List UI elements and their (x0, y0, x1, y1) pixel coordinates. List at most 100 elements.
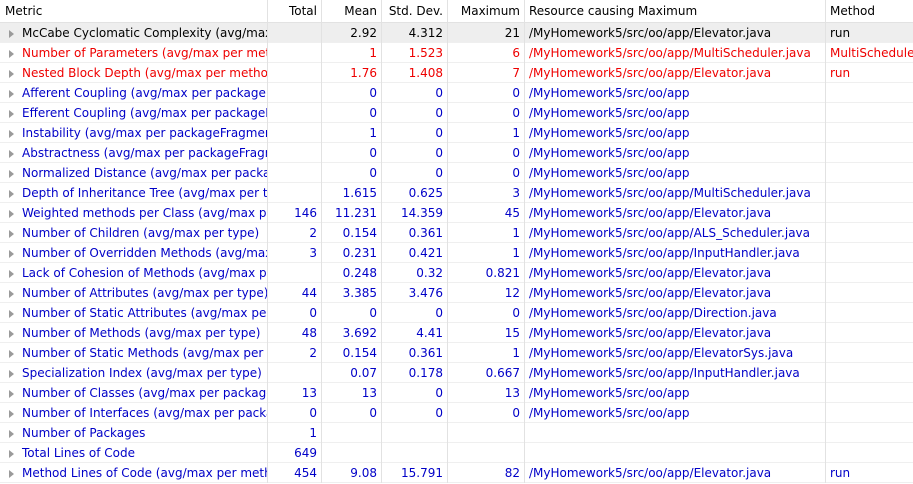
column-header-mean[interactable]: Mean (322, 0, 382, 22)
table-row[interactable]: Specialization Index (avg/max per type) 0… (0, 363, 913, 383)
metric-label: Specialization Index (avg/max per type) (22, 366, 262, 380)
cell-maximum: 82 (448, 463, 525, 483)
cell-method (826, 403, 913, 423)
table-row[interactable]: Weighted methods per Class (avg/max pe 14… (0, 203, 913, 223)
expand-arrow-icon (9, 30, 14, 38)
table-row[interactable]: McCabe Cyclomatic Complexity (avg/max 2.9… (0, 23, 913, 43)
column-header-resource[interactable]: Resource causing Maximum (525, 0, 826, 22)
cell-resource (525, 443, 826, 463)
expand-toggle[interactable] (0, 203, 22, 223)
cell-metric: Number of Static Methods (avg/max per t (0, 343, 268, 363)
expand-toggle[interactable] (0, 143, 22, 163)
cell-mean: 9.08 (322, 463, 382, 483)
table-row[interactable]: Number of Static Attributes (avg/max per… (0, 303, 913, 323)
metric-label: Lack of Cohesion of Methods (avg/max pe (22, 266, 268, 280)
table-row[interactable]: Efferent Coupling (avg/max per packageFi… (0, 103, 913, 123)
expand-arrow-icon (9, 230, 14, 238)
cell-metric: Specialization Index (avg/max per type) (0, 363, 268, 383)
cell-maximum: 0.821 (448, 263, 525, 283)
cell-mean: 0 (322, 163, 382, 183)
cell-metric: Number of Parameters (avg/max per meth (0, 43, 268, 63)
table-row[interactable]: Number of Packages 1 (0, 423, 913, 443)
cell-method: run (830, 466, 851, 480)
expand-toggle[interactable] (0, 443, 22, 463)
table-row[interactable]: Number of Children (avg/max per type) 2 0.… (0, 223, 913, 243)
metric-label: Nested Block Depth (avg/max per methoc (22, 66, 268, 80)
expand-toggle[interactable] (0, 83, 22, 103)
table-row[interactable]: Number of Classes (avg/max per package 13… (0, 383, 913, 403)
cell-total (268, 43, 322, 63)
cell-std-dev (382, 423, 448, 443)
expand-toggle[interactable] (0, 423, 22, 443)
expand-arrow-icon (9, 290, 14, 298)
expand-toggle[interactable] (0, 223, 22, 243)
expand-toggle[interactable] (0, 403, 22, 423)
cell-metric: Lack of Cohesion of Methods (avg/max pe (0, 263, 268, 283)
cell-metric: Total Lines of Code (0, 443, 268, 463)
table-row[interactable]: Afferent Coupling (avg/max per packageF 0… (0, 83, 913, 103)
expand-toggle[interactable] (0, 303, 22, 323)
cell-total (268, 263, 322, 283)
expand-toggle[interactable] (0, 23, 22, 43)
expand-toggle[interactable] (0, 263, 22, 283)
column-header-std-dev[interactable]: Std. Dev. (382, 0, 448, 22)
cell-resource: /MyHomework5/src/oo/app (525, 83, 826, 103)
table-row[interactable]: Number of Attributes (avg/max per type) 4… (0, 283, 913, 303)
column-header-method[interactable]: Method (826, 0, 913, 22)
expand-toggle[interactable] (0, 283, 22, 303)
cell-method (826, 343, 913, 363)
table-row[interactable]: Method Lines of Code (avg/max per meth 45… (0, 463, 913, 483)
cell-resource: /MyHomework5/src/oo/app/Elevator.java (525, 203, 826, 223)
column-header-total[interactable]: Total (268, 0, 322, 22)
table-row[interactable]: Depth of Inheritance Tree (avg/max per t… (0, 183, 913, 203)
table-row[interactable]: Nested Block Depth (avg/max per methoc 1.… (0, 63, 913, 83)
expand-arrow-icon (9, 310, 14, 318)
cell-maximum: 0 (448, 303, 525, 323)
column-header-maximum[interactable]: Maximum (448, 0, 525, 22)
table-row[interactable]: Number of Static Methods (avg/max per t2… (0, 343, 913, 363)
expand-arrow-icon (9, 90, 14, 98)
expand-toggle[interactable] (0, 43, 22, 63)
cell-resource: /MyHomework5/src/oo/app/Elevator.java (525, 263, 826, 283)
metric-label: Normalized Distance (avg/max per packag (22, 166, 268, 180)
table-row[interactable]: Number of Methods (avg/max per type) 48 3.… (0, 323, 913, 343)
cell-resource: /MyHomework5/src/oo/app/InputHandler.jav… (525, 363, 826, 383)
expand-toggle[interactable] (0, 343, 22, 363)
cell-maximum: 0 (448, 163, 525, 183)
metric-label: Number of Interfaces (avg/max per packa (22, 406, 268, 420)
cell-std-dev (382, 443, 448, 463)
expand-toggle[interactable] (0, 123, 22, 143)
cell-metric: Number of Children (avg/max per type) (0, 223, 268, 243)
table-row[interactable]: Normalized Distance (avg/max per packag 0… (0, 163, 913, 183)
expand-toggle[interactable] (0, 463, 22, 483)
cell-total: 0 (268, 403, 322, 423)
table-row[interactable]: Abstractness (avg/max per packageFragm 0 0… (0, 143, 913, 163)
table-row[interactable]: Number of Interfaces (avg/max per packa 0… (0, 403, 913, 423)
table-row[interactable]: Lack of Cohesion of Methods (avg/max pe 0… (0, 263, 913, 283)
table-row[interactable]: Instability (avg/max per packageFragment… (0, 123, 913, 143)
cell-method (826, 383, 913, 403)
expand-toggle[interactable] (0, 163, 22, 183)
expand-toggle[interactable] (0, 63, 22, 83)
cell-mean: 1.76 (322, 63, 382, 83)
metric-label: Number of Children (avg/max per type) (22, 226, 260, 240)
column-header-metric[interactable]: Metric (0, 0, 268, 22)
expand-toggle[interactable] (0, 183, 22, 203)
table-row[interactable]: Number of Overridden Methods (avg/max 3 0.… (0, 243, 913, 263)
cell-mean (322, 423, 382, 443)
cell-mean: 0 (322, 303, 382, 323)
expand-toggle[interactable] (0, 323, 22, 343)
cell-method (826, 423, 913, 443)
cell-method (826, 83, 913, 103)
cell-maximum: 0 (448, 83, 525, 103)
expand-toggle[interactable] (0, 103, 22, 123)
cell-total (268, 143, 322, 163)
cell-resource: /MyHomework5/src/oo/app (525, 123, 826, 143)
expand-toggle[interactable] (0, 243, 22, 263)
table-row[interactable]: Total Lines of Code 649 (0, 443, 913, 463)
expand-toggle[interactable] (0, 383, 22, 403)
expand-toggle[interactable] (0, 363, 22, 383)
cell-std-dev: 0 (382, 403, 448, 423)
table-row[interactable]: Number of Parameters (avg/max per meth 1 1… (0, 43, 913, 63)
cell-total: 454 (268, 463, 322, 483)
